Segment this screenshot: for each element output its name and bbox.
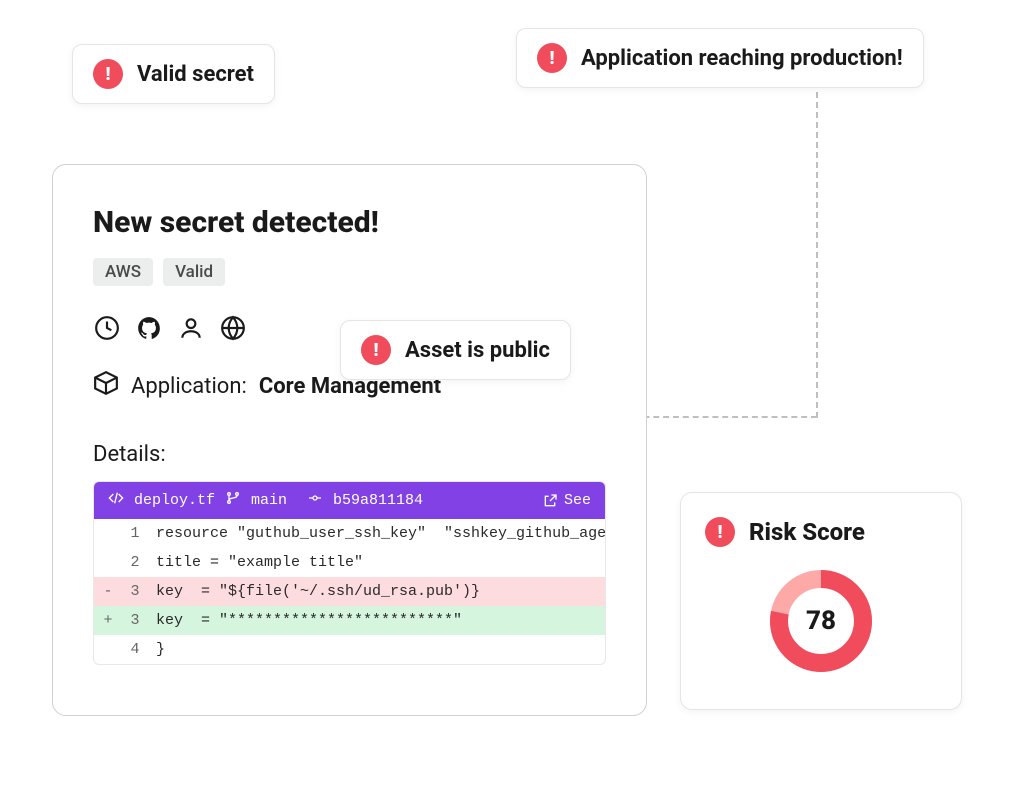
risk-header: Risk Score bbox=[705, 517, 937, 547]
code-header: deploy.tf main b59a811184 See bbox=[94, 482, 605, 519]
branch-name: main bbox=[251, 492, 287, 509]
alert-icon bbox=[361, 335, 391, 365]
code-line: +3key = "*************************" bbox=[94, 606, 605, 635]
clock-icon bbox=[93, 314, 121, 342]
globe-icon bbox=[219, 314, 247, 342]
secret-detected-card: New secret detected! AWS Valid Applicati… bbox=[52, 164, 647, 716]
filename: deploy.tf bbox=[134, 492, 215, 509]
risk-ring: 78 bbox=[767, 567, 875, 675]
risk-score-card: Risk Score 78 bbox=[680, 492, 962, 710]
callout-asset-public: Asset is public bbox=[340, 320, 571, 380]
see-label: See bbox=[564, 492, 591, 509]
code-line: 2title = "example title" bbox=[94, 548, 605, 577]
details-label: Details: bbox=[93, 442, 606, 467]
callout-label: Application reaching production! bbox=[581, 46, 903, 71]
code-body: 1resource "guthub_user_ssh_key" "sshkey_… bbox=[94, 519, 605, 664]
code-line: 4} bbox=[94, 635, 605, 664]
alert-icon bbox=[537, 43, 567, 73]
alert-icon bbox=[93, 59, 123, 89]
callout-label: Asset is public bbox=[405, 338, 550, 363]
application-label: Application: bbox=[131, 374, 247, 399]
tag-aws: AWS bbox=[93, 258, 153, 286]
risk-value: 78 bbox=[806, 606, 836, 636]
commit-icon bbox=[307, 490, 323, 511]
tag-list: AWS Valid bbox=[93, 258, 606, 286]
code-line: 1resource "guthub_user_ssh_key" "sshkey_… bbox=[94, 519, 605, 548]
see-link[interactable]: See bbox=[542, 492, 591, 509]
github-icon bbox=[135, 314, 163, 342]
alert-icon bbox=[705, 517, 735, 547]
package-icon bbox=[93, 370, 119, 402]
card-title: New secret detected! bbox=[93, 205, 606, 240]
branch-icon bbox=[225, 490, 241, 511]
callout-app-production: Application reaching production! bbox=[516, 28, 924, 88]
code-icon bbox=[108, 490, 124, 511]
code-block: deploy.tf main b59a811184 See 1resource … bbox=[93, 481, 606, 665]
risk-title: Risk Score bbox=[749, 518, 865, 546]
connector-line bbox=[816, 92, 818, 418]
callout-label: Valid secret bbox=[137, 62, 254, 87]
code-line: -3key = "${file('~/.ssh/ud_rsa.pub')} bbox=[94, 577, 605, 606]
tag-valid: Valid bbox=[163, 258, 225, 286]
callout-valid-secret: Valid secret bbox=[72, 44, 275, 104]
user-icon bbox=[177, 314, 205, 342]
commit-hash: b59a811184 bbox=[333, 492, 423, 509]
